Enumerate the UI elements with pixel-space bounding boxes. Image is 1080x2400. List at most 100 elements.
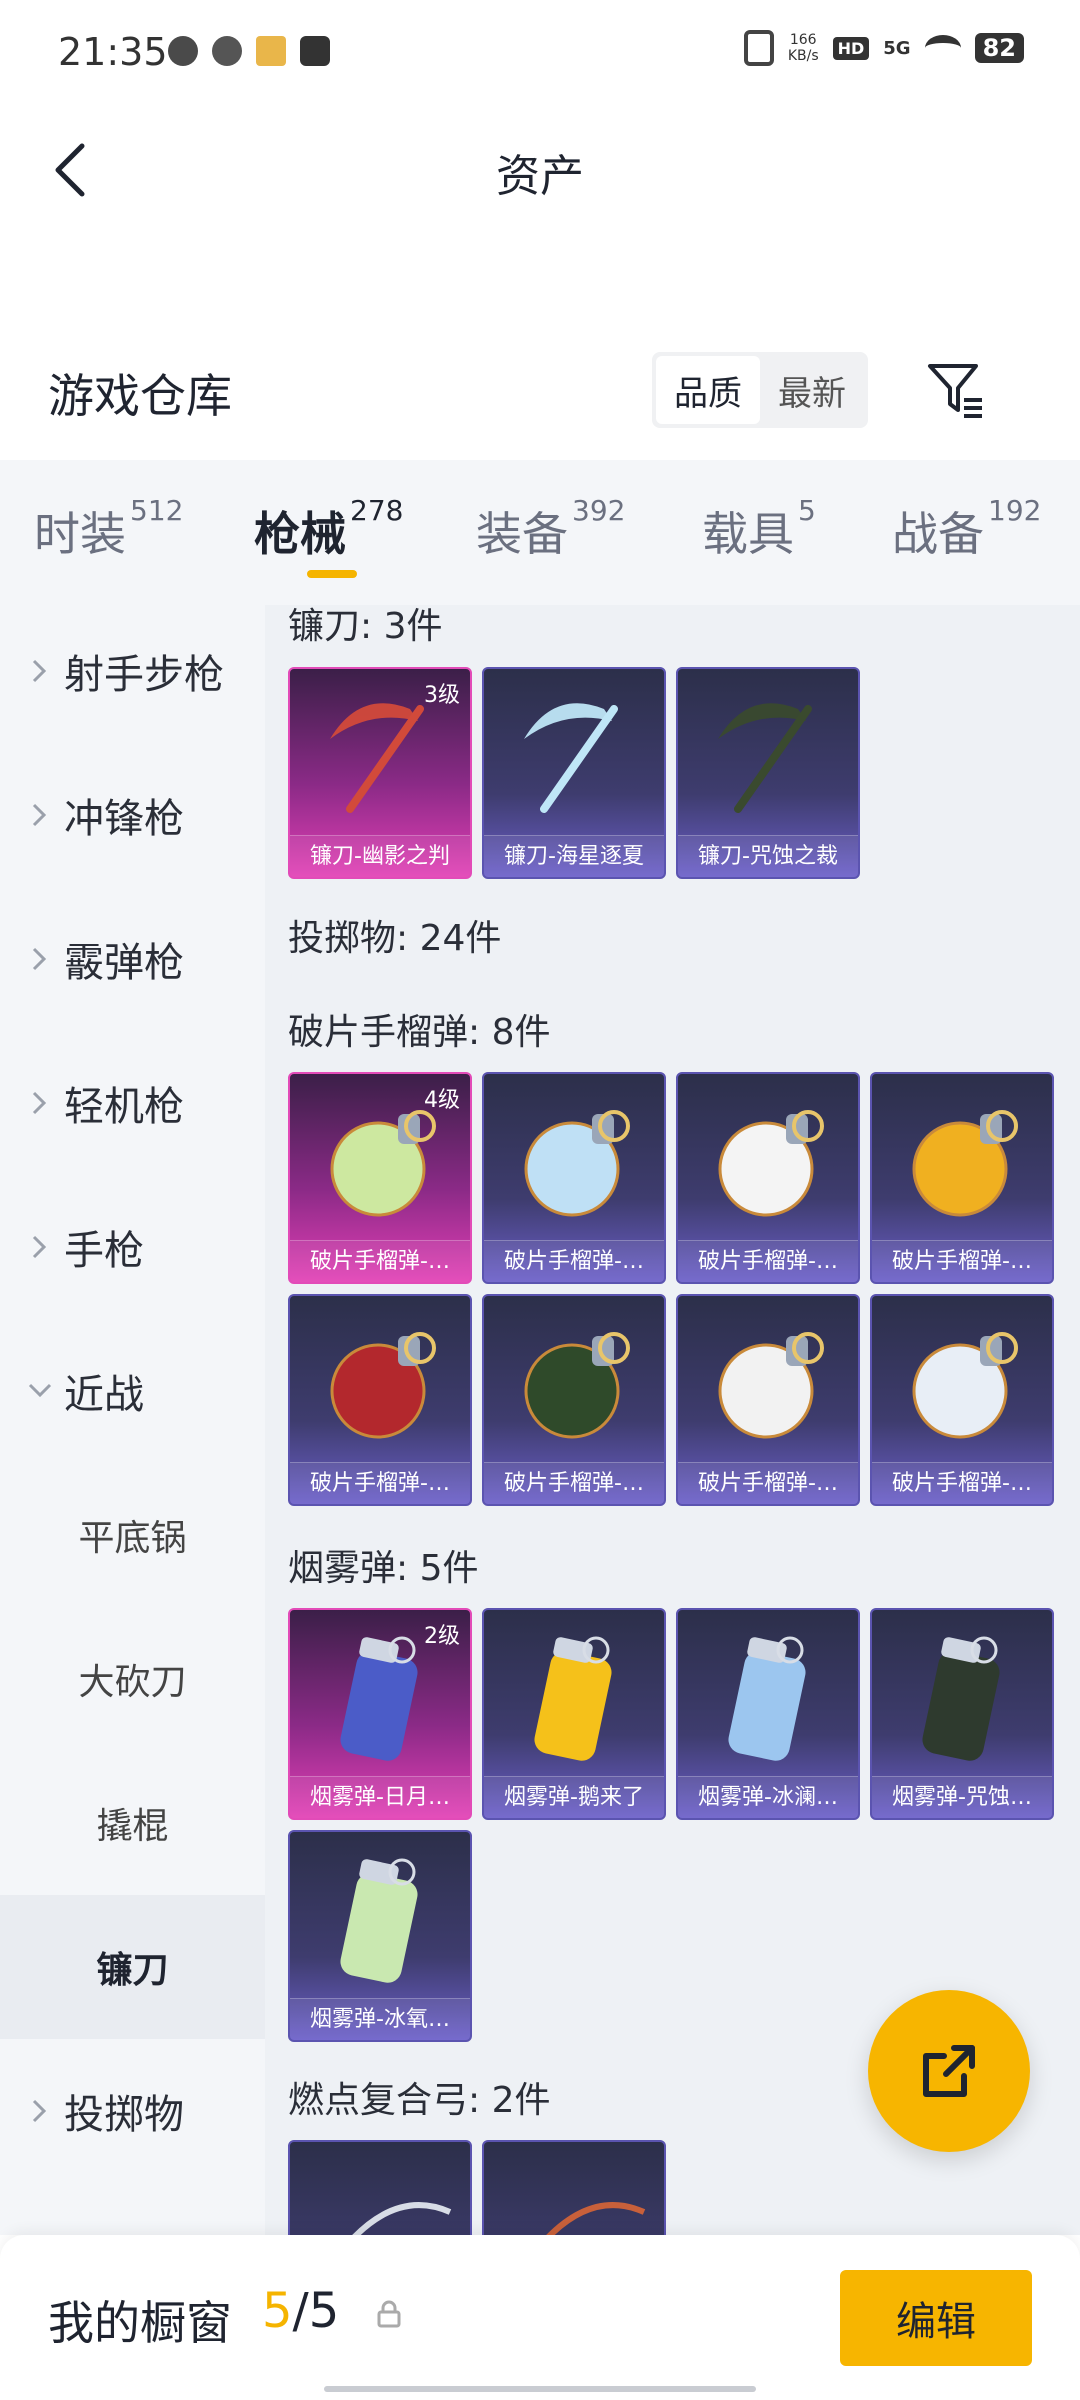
- showcase-count: 5/5: [262, 2283, 339, 2339]
- status-time: 21:35: [58, 30, 168, 74]
- sidebar-item[interactable]: 轻机枪: [0, 1031, 265, 1175]
- sidebar-item[interactable]: 射手步枪: [0, 605, 265, 743]
- item-name: 破片手榴弹-…: [484, 1240, 664, 1282]
- edit-button[interactable]: 编辑: [840, 2270, 1032, 2366]
- item-name: 破片手榴弹-…: [290, 1462, 470, 1504]
- speed-value: 166: [789, 32, 817, 48]
- item-level-badge: 3级: [424, 683, 460, 708]
- lock-icon: [377, 2300, 401, 2328]
- item-card[interactable]: 破片手榴弹-…: [676, 1294, 860, 1506]
- sidebar-item[interactable]: 手枪: [0, 1175, 265, 1319]
- active-tab-indicator: [307, 570, 357, 578]
- category-tabs: 时装 512 枪械 278 装备 392 载具 5 战备 192: [0, 460, 1080, 605]
- sort-quality-button[interactable]: 品质: [656, 356, 760, 424]
- item-name: 烟雾弹-冰氧…: [290, 1998, 470, 2040]
- item-name: 破片手榴弹-…: [290, 1240, 470, 1282]
- sidebar-item[interactable]: 近战: [0, 1319, 265, 1463]
- item-name: 镰刀-幽影之判: [290, 835, 470, 877]
- item-card[interactable]: 3级镰刀-幽影之判: [288, 667, 472, 879]
- chevron-right-icon: [32, 659, 47, 683]
- item-card[interactable]: 镰刀-海星逐夏: [482, 667, 666, 879]
- item-artwork-icon: [922, 1636, 1000, 1761]
- tab-vehicles[interactable]: 载具 5: [702, 494, 816, 564]
- item-artwork-icon: [352, 2202, 452, 2235]
- chevron-right-icon: [32, 1091, 47, 1115]
- chevron-right-icon: [32, 803, 47, 827]
- section-title: 投掷物: 24件: [288, 918, 502, 959]
- sort-toggle: 品质 最新: [652, 352, 868, 428]
- item-artwork-icon: [718, 1110, 824, 1217]
- share-button[interactable]: [868, 1990, 1030, 2152]
- item-artwork-icon: [718, 1332, 824, 1439]
- item-card[interactable]: 破片手榴弹-…: [288, 1294, 472, 1506]
- chevron-right-icon: [32, 2099, 47, 2123]
- sidebar-item-label: 轻机枪: [64, 1084, 184, 1130]
- item-name: 破片手榴弹-…: [678, 1240, 858, 1282]
- filter-icon[interactable]: [924, 358, 986, 420]
- tab-count: 392: [572, 494, 626, 527]
- sort-latest-button[interactable]: 最新: [760, 356, 864, 424]
- sidebar-item[interactable]: 大砍刀: [0, 1607, 265, 1751]
- network-type: 5G: [883, 37, 911, 59]
- sidebar-item[interactable]: 投掷物: [0, 2039, 265, 2183]
- wifi-icon: [924, 35, 961, 61]
- item-artwork-icon: [728, 1636, 806, 1761]
- sidebar-item-label: 射手步枪: [64, 652, 224, 698]
- item-card[interactable]: 破片手榴弹-…: [482, 1072, 666, 1284]
- sidebar-item[interactable]: 霰弹枪: [0, 887, 265, 1031]
- notification-icons: [168, 36, 330, 66]
- item-card[interactable]: 烟雾弹-咒蚀…: [870, 1608, 1054, 1820]
- sidebar-item[interactable]: 平底锅: [0, 1463, 265, 1607]
- item-name: 破片手榴弹-…: [872, 1462, 1052, 1504]
- item-card[interactable]: 2级 烟雾弹-日月…: [288, 1608, 472, 1820]
- sidebar-item[interactable]: 撬棍: [0, 1751, 265, 1895]
- item-card[interactable]: 烟雾弹-鹅来了: [482, 1608, 666, 1820]
- item-artwork-icon: [912, 1332, 1018, 1439]
- sidebar-item-label: 手枪: [64, 1228, 144, 1274]
- item-card[interactable]: 烟雾弹-冰氧…: [288, 1830, 472, 2042]
- item-card[interactable]: 破片手榴弹-…: [870, 1072, 1054, 1284]
- speed-unit: KB/s: [787, 48, 819, 64]
- item-artwork-icon: [330, 1332, 436, 1439]
- item-card[interactable]: [288, 2140, 472, 2235]
- item-card[interactable]: 破片手榴弹-…: [870, 1294, 1054, 1506]
- tab-label: 战备: [892, 507, 984, 561]
- item-card[interactable]: 破片手榴弹-…: [482, 1294, 666, 1506]
- tab-fashion[interactable]: 时装 512: [34, 494, 183, 564]
- item-artwork-icon: [340, 1858, 418, 1983]
- showcase-separator: /: [292, 2283, 309, 2339]
- tab-supplies[interactable]: 战备 192: [892, 494, 1041, 564]
- item-name: 镰刀-咒蚀之裁: [678, 835, 858, 877]
- game-banner-icon: [256, 36, 286, 66]
- item-card[interactable]: 烟雾弹-冰澜…: [676, 1608, 860, 1820]
- sidebar-item-label: 近战: [64, 1372, 144, 1418]
- tab-equipment[interactable]: 装备 392: [476, 494, 625, 564]
- item-card[interactable]: 破片手榴弹-…: [676, 1072, 860, 1284]
- section-title: 镰刀: 3件: [288, 606, 443, 647]
- item-artwork-icon: [524, 1332, 630, 1439]
- item-card[interactable]: 镰刀-咒蚀之裁: [676, 667, 860, 879]
- item-name: 镰刀-海星逐夏: [484, 835, 664, 877]
- item-name: 破片手榴弹-…: [484, 1462, 664, 1504]
- section-title: 烟雾弹: 5件: [288, 1548, 479, 1589]
- home-indicator[interactable]: [324, 2386, 756, 2392]
- share-out-icon: [923, 2045, 975, 2097]
- item-level-badge: 4级: [424, 1088, 460, 1113]
- sidebar-item[interactable]: 冲锋枪: [0, 743, 265, 887]
- chevron-right-icon: [32, 1235, 47, 1259]
- item-card[interactable]: 4级破片手榴弹-…: [288, 1072, 472, 1284]
- item-artwork-icon: [524, 703, 618, 813]
- section-title: 燃点复合弓: 2件: [288, 2080, 551, 2121]
- sidebar-item-label: 投掷物: [64, 2092, 184, 2138]
- sidebar-item-label: 撬棍: [96, 1806, 169, 1847]
- showcase-bar: 我的橱窗 5/5 编辑: [0, 2235, 1080, 2400]
- sidebar-item[interactable]: 镰刀: [0, 1895, 265, 2039]
- page-title: 资产: [496, 151, 584, 202]
- app-header: 资产: [0, 110, 1080, 230]
- item-artwork-icon: [718, 703, 812, 813]
- chevron-down-icon: [28, 1383, 52, 1398]
- warehouse-title: 游戏仓库: [48, 369, 232, 423]
- tab-guns[interactable]: 枪械 278: [254, 494, 403, 564]
- item-card[interactable]: [482, 2140, 666, 2235]
- section-title: 破片手榴弹: 8件: [288, 1012, 551, 1053]
